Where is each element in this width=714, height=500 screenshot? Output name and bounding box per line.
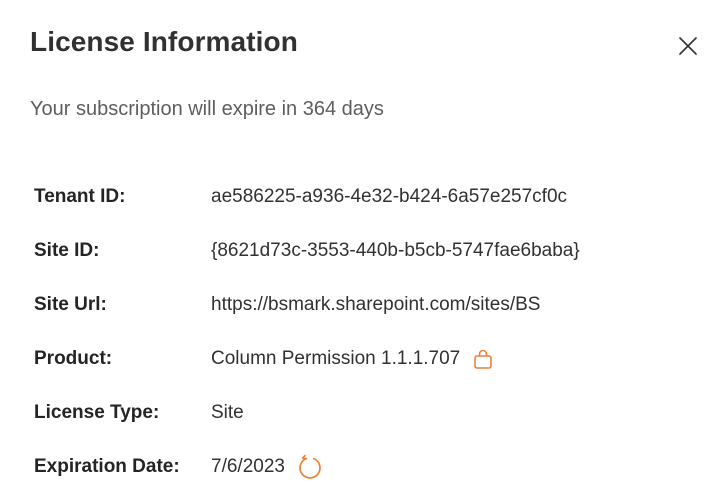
tenant-id-label: Tenant ID:	[34, 186, 126, 207]
license-type-row: License Type: Site	[34, 386, 694, 440]
product-row: Product: Column Permission 1.1.1.707	[34, 332, 694, 386]
product-label: Product:	[34, 348, 113, 369]
license-information-dialog: License Information Your subscription wi…	[0, 0, 714, 500]
site-url-value: https://bsmark.sharepoint.com/sites/BS	[211, 294, 541, 315]
site-url-label: Site Url:	[34, 294, 107, 315]
subscription-expiry-message: Your subscription will expire in 364 day…	[30, 98, 384, 120]
close-button[interactable]	[676, 34, 700, 58]
tenant-id-value: ae586225-a936-4e32-b424-6a57e257cf0c	[211, 186, 568, 207]
shopping-bag-icon	[474, 349, 493, 369]
expiration-date-row: Expiration Date: 7/6/2023	[34, 440, 694, 494]
product-value-container: Column Permission 1.1.1.707	[211, 348, 494, 370]
refresh-icon	[299, 454, 321, 479]
buy-button[interactable]	[472, 348, 494, 370]
tenant-id-row: Tenant ID: ae586225-a936-4e32-b424-6a57e…	[34, 170, 694, 224]
site-id-value: {8621d73c-3553-440b-b5cb-5747fae6baba}	[211, 240, 580, 261]
expiration-date-value-container: 7/6/2023	[211, 454, 323, 480]
expiration-date-label: Expiration Date:	[34, 456, 180, 477]
product-value: Column Permission 1.1.1.707	[211, 348, 461, 369]
license-type-label: License Type:	[34, 402, 160, 423]
site-id-label: Site ID:	[34, 240, 100, 261]
license-details: Tenant ID: ae586225-a936-4e32-b424-6a57e…	[34, 170, 694, 494]
expiration-date-value: 7/6/2023	[211, 456, 285, 477]
renew-button[interactable]	[297, 454, 323, 480]
dialog-title: License Information	[30, 26, 298, 57]
site-id-row: Site ID: {8621d73c-3553-440b-b5cb-5747fa…	[34, 224, 694, 278]
close-icon	[679, 37, 697, 55]
site-url-row: Site Url: https://bsmark.sharepoint.com/…	[34, 278, 694, 332]
license-type-value: Site	[211, 402, 244, 423]
